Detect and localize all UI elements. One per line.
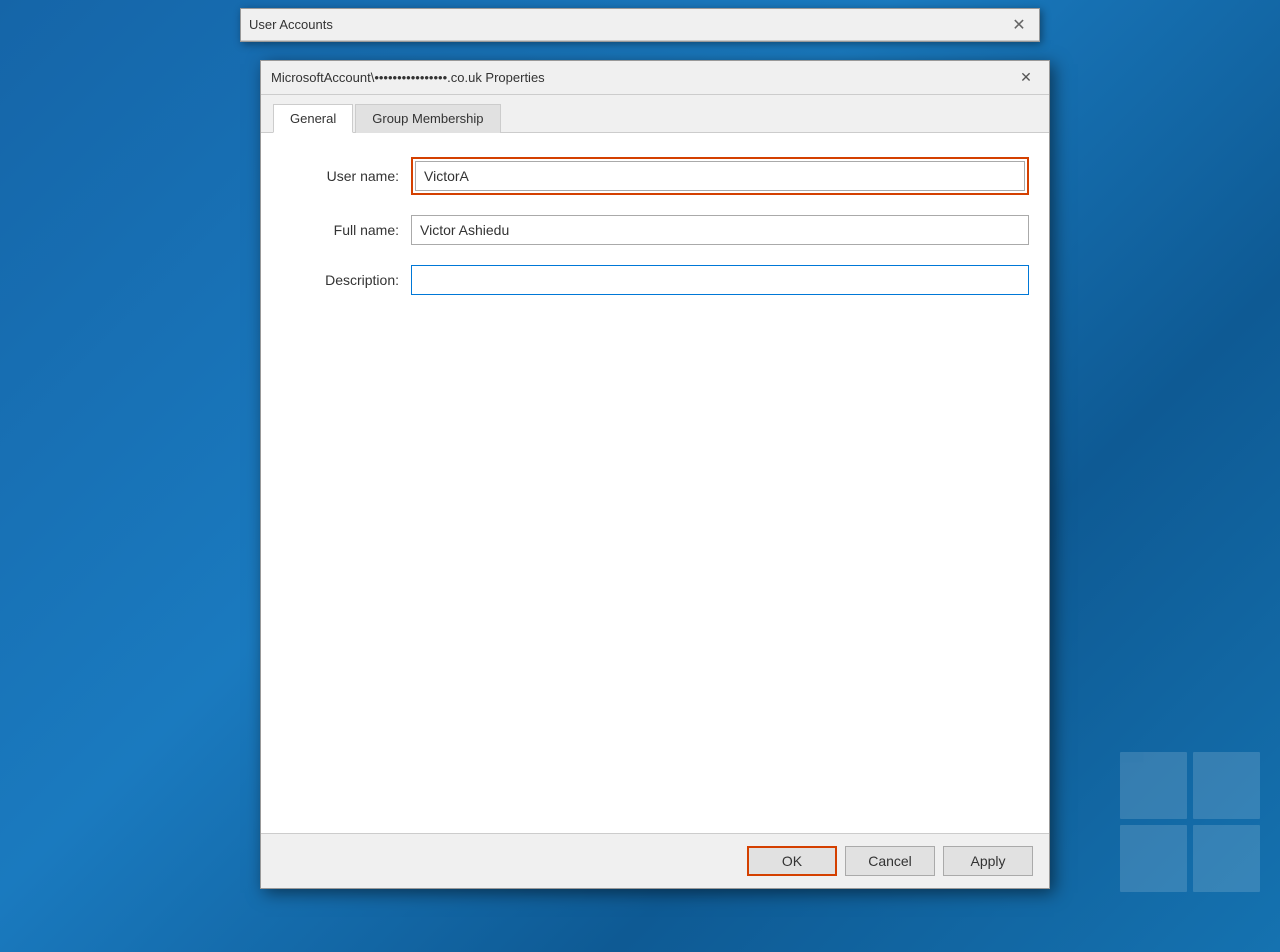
outer-dialog-title: User Accounts	[249, 17, 333, 32]
dialog-content: User name: Full name: Description:	[261, 133, 1049, 833]
tab-group-membership[interactable]: Group Membership	[355, 104, 500, 133]
description-input[interactable]	[411, 265, 1029, 295]
username-row: User name:	[281, 157, 1029, 195]
outer-dialog-close-button[interactable]: ✕	[1007, 13, 1031, 37]
outer-dialog-titlebar: User Accounts ✕	[241, 9, 1039, 41]
inner-dialog-title: MicrosoftAccount\••••••••••••••••.co.uk …	[271, 70, 545, 85]
tabs-bar: General Group Membership	[261, 95, 1049, 133]
description-row: Description:	[281, 265, 1029, 295]
inner-dialog-titlebar: MicrosoftAccount\••••••••••••••••.co.uk …	[261, 61, 1049, 95]
ok-button[interactable]: OK	[747, 846, 837, 876]
inner-dialog-close-button[interactable]: ✕	[1013, 65, 1039, 91]
tab-general[interactable]: General	[273, 104, 353, 133]
username-input-wrapper	[411, 157, 1029, 195]
fullname-row: Full name:	[281, 215, 1029, 245]
inner-dialog: MicrosoftAccount\••••••••••••••••.co.uk …	[260, 60, 1050, 889]
fullname-label: Full name:	[281, 222, 411, 238]
username-input[interactable]	[415, 161, 1025, 191]
fullname-input[interactable]	[411, 215, 1029, 245]
win-tile-3	[1120, 825, 1187, 892]
description-label: Description:	[281, 272, 411, 288]
description-input-wrapper	[411, 265, 1029, 295]
win-tile-1	[1120, 752, 1187, 819]
dialog-footer: OK Cancel Apply	[261, 833, 1049, 888]
win-tile-4	[1193, 825, 1260, 892]
win-tile-2	[1193, 752, 1260, 819]
username-label: User name:	[281, 168, 411, 184]
apply-button[interactable]: Apply	[943, 846, 1033, 876]
outer-dialog: User Accounts ✕	[240, 8, 1040, 42]
cancel-button[interactable]: Cancel	[845, 846, 935, 876]
windows-logo-decoration	[1060, 652, 1280, 952]
